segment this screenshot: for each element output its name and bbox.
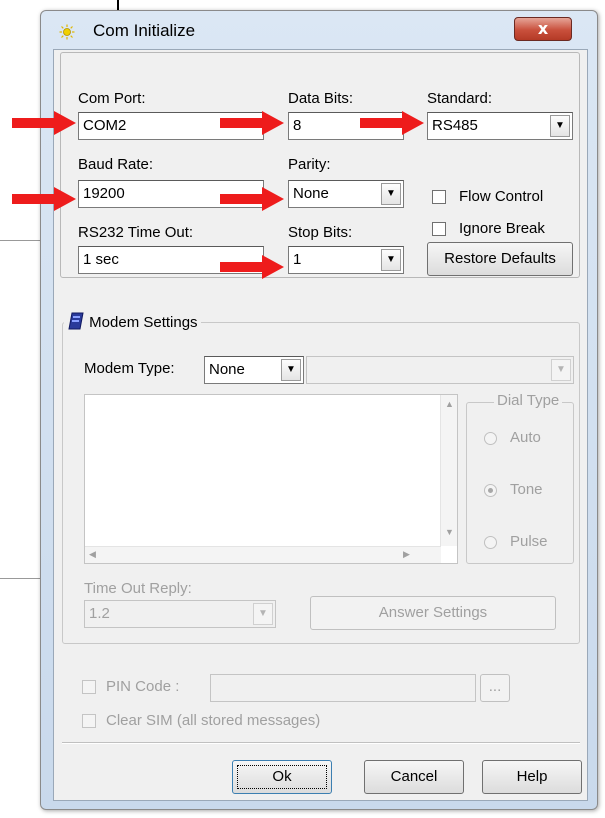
sun-icon bbox=[59, 24, 75, 40]
pin-code-input[interactable] bbox=[210, 674, 476, 702]
chevron-down-icon[interactable]: ▼ bbox=[550, 115, 570, 137]
close-button[interactable]: x bbox=[514, 17, 572, 41]
restore-defaults-button[interactable]: Restore Defaults bbox=[427, 242, 573, 276]
annotation-arrow-data-bits bbox=[220, 111, 284, 135]
modem-type-label: Modem Type: bbox=[84, 360, 175, 377]
modem-init-listbox[interactable]: ▲ ▼ ◀ ▶ bbox=[84, 394, 458, 564]
com-initialize-dialog: Com Initialize x Com Port: COM2 Data Bit… bbox=[40, 10, 598, 810]
baud-rate-label: Baud Rate: bbox=[78, 156, 154, 173]
dial-auto-radio[interactable] bbox=[484, 432, 497, 445]
dial-tone-label: Tone bbox=[510, 481, 543, 498]
background-line bbox=[0, 240, 42, 241]
annotation-arrow-stop-bits bbox=[220, 255, 284, 279]
timeout-reply-select[interactable]: 1.2 ▼ bbox=[84, 600, 276, 628]
parity-label: Parity: bbox=[288, 156, 331, 173]
stop-bits-select[interactable]: 1 ▼ bbox=[288, 246, 404, 274]
standard-value: RS485 bbox=[432, 117, 478, 134]
modem-icon bbox=[68, 312, 84, 330]
scroll-up-icon[interactable]: ▲ bbox=[445, 399, 454, 409]
modem-settings-legend: Modem Settings bbox=[64, 312, 201, 331]
stop-bits-value: 1 bbox=[293, 251, 302, 268]
annotation-arrow-standard bbox=[360, 111, 424, 135]
annotation-arrow-baud-rate bbox=[12, 187, 76, 211]
clear-sim-label: Clear SIM (all stored messages) bbox=[106, 712, 321, 729]
pin-browse-button[interactable]: ... bbox=[480, 674, 510, 702]
com-port-value: COM2 bbox=[83, 117, 127, 134]
scroll-left-icon[interactable]: ◀ bbox=[89, 549, 96, 560]
modem-type-value: None bbox=[209, 361, 245, 378]
pin-code-label: PIN Code : bbox=[106, 678, 180, 695]
annotation-arrow-com-port bbox=[12, 111, 76, 135]
data-bits-value: 8 bbox=[293, 117, 302, 134]
annotation-arrow-parity bbox=[220, 187, 284, 211]
close-icon: x bbox=[537, 19, 549, 38]
modem-model-select[interactable]: ▼ bbox=[306, 356, 574, 384]
stop-bits-label: Stop Bits: bbox=[288, 224, 353, 241]
rs232-timeout-value: 1 sec bbox=[83, 251, 119, 268]
help-button[interactable]: Help bbox=[482, 760, 582, 794]
rs232-timeout-label: RS232 Time Out: bbox=[78, 224, 194, 241]
title-bar: Com Initialize x bbox=[41, 11, 597, 49]
parity-value: None bbox=[293, 185, 329, 202]
window-title: Com Initialize bbox=[93, 21, 196, 40]
background-line bbox=[0, 578, 42, 579]
answer-settings-button[interactable]: Answer Settings bbox=[310, 596, 556, 630]
chevron-down-icon[interactable]: ▼ bbox=[381, 249, 401, 271]
flow-control-checkbox[interactable] bbox=[432, 190, 446, 204]
vertical-scrollbar[interactable]: ▲ ▼ bbox=[440, 395, 457, 546]
focus-rect bbox=[237, 765, 327, 789]
parity-select[interactable]: None ▼ bbox=[288, 180, 404, 208]
clear-sim-checkbox[interactable] bbox=[82, 714, 96, 728]
dial-pulse-label: Pulse bbox=[510, 533, 548, 550]
standard-select[interactable]: RS485 ▼ bbox=[427, 112, 573, 140]
cancel-button[interactable]: Cancel bbox=[364, 760, 464, 794]
dial-tone-radio[interactable] bbox=[484, 484, 497, 497]
dialog-client-area: Com Port: COM2 Data Bits: 8 Standard: RS… bbox=[53, 49, 588, 801]
flow-control-label: Flow Control bbox=[459, 188, 544, 205]
bottom-separator bbox=[62, 742, 580, 744]
com-port-label: Com Port: bbox=[78, 90, 146, 107]
modem-type-select[interactable]: None ▼ bbox=[204, 356, 304, 384]
chevron-down-icon[interactable]: ▼ bbox=[281, 359, 301, 381]
standard-label: Standard: bbox=[427, 90, 493, 107]
scroll-right-icon[interactable]: ▶ bbox=[403, 549, 410, 560]
ignore-break-checkbox[interactable] bbox=[432, 222, 446, 236]
dial-auto-label: Auto bbox=[510, 429, 541, 446]
horizontal-scrollbar[interactable]: ◀ ▶ bbox=[85, 546, 441, 563]
dial-type-legend: Dial Type bbox=[494, 392, 563, 409]
chevron-down-icon[interactable]: ▼ bbox=[381, 183, 401, 205]
scroll-down-icon[interactable]: ▼ bbox=[445, 527, 454, 537]
timeout-reply-value: 1.2 bbox=[89, 605, 110, 622]
baud-rate-value: 19200 bbox=[83, 185, 125, 202]
chevron-down-icon[interactable]: ▼ bbox=[253, 603, 273, 625]
modem-settings-title: Modem Settings bbox=[89, 314, 198, 331]
ignore-break-label: Ignore Break bbox=[459, 220, 545, 237]
chevron-down-icon[interactable]: ▼ bbox=[551, 359, 571, 381]
pin-code-checkbox[interactable] bbox=[82, 680, 96, 694]
data-bits-label: Data Bits: bbox=[288, 90, 354, 107]
ok-button[interactable]: Ok bbox=[232, 760, 332, 794]
radio-selected-dot bbox=[488, 488, 493, 493]
dial-pulse-radio[interactable] bbox=[484, 536, 497, 549]
timeout-reply-label: Time Out Reply: bbox=[84, 580, 192, 597]
